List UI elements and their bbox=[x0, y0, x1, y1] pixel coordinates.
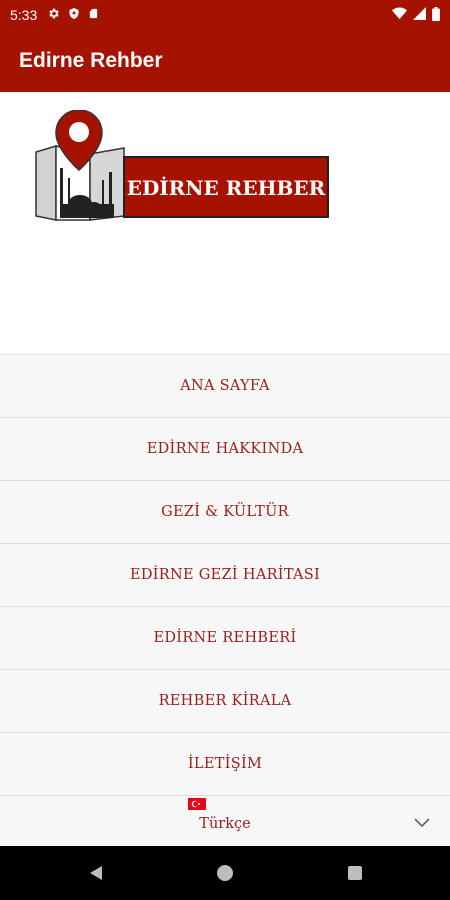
menu-item-edirne-rehberi[interactable]: EDİRNE REHBERİ bbox=[0, 607, 450, 670]
home-icon[interactable] bbox=[215, 863, 235, 883]
wifi-icon bbox=[392, 7, 407, 23]
battery-icon bbox=[432, 6, 440, 24]
menu-item-gezi-haritasi[interactable]: EDİRNE GEZİ HARİTASI bbox=[0, 544, 450, 607]
menu-item-label: İLETİŞİM bbox=[187, 756, 263, 772]
menu-item-label: REHBER KİRALA bbox=[158, 693, 292, 709]
logo-area: EDİRNE REHBER bbox=[0, 92, 450, 354]
menu-item-label: EDİRNE HAKKINDA bbox=[146, 441, 304, 457]
sd-card-icon bbox=[88, 7, 99, 23]
edirne-rehber-logo: EDİRNE REHBER bbox=[35, 110, 329, 221]
status-bar: 5:33 bbox=[0, 0, 450, 30]
nav-menu: ANA SAYFA EDİRNE HAKKINDA GEZİ & KÜLTÜR … bbox=[0, 354, 450, 847]
system-nav-bar bbox=[0, 846, 450, 900]
menu-item-label: EDİRNE REHBERİ bbox=[153, 630, 297, 646]
chevron-down-icon[interactable] bbox=[414, 818, 430, 828]
menu-item-rehber-kirala[interactable]: REHBER KİRALA bbox=[0, 670, 450, 733]
language-label: Türkçe bbox=[199, 816, 251, 832]
menu-item-label: GEZİ & KÜLTÜR bbox=[161, 504, 289, 520]
app-bar: Edirne Rehber bbox=[0, 30, 450, 92]
status-time: 5:33 bbox=[10, 7, 38, 23]
recents-icon[interactable] bbox=[345, 863, 365, 883]
logo-text: EDİRNE REHBER bbox=[127, 176, 326, 200]
signal-icon bbox=[413, 7, 426, 23]
gear-icon bbox=[47, 7, 60, 23]
language-selector[interactable]: Türkçe bbox=[0, 796, 450, 846]
menu-item-iletisim[interactable]: İLETİŞİM bbox=[0, 733, 450, 796]
turkey-flag-icon bbox=[188, 798, 206, 810]
menu-item-label: ANA SAYFA bbox=[180, 378, 270, 394]
app-title: Edirne Rehber bbox=[19, 49, 163, 72]
shield-icon bbox=[68, 7, 80, 23]
menu-item-ana-sayfa[interactable]: ANA SAYFA bbox=[0, 355, 450, 418]
menu-item-label: EDİRNE GEZİ HARİTASI bbox=[129, 567, 321, 583]
menu-item-edirne-hakkinda[interactable]: EDİRNE HAKKINDA bbox=[0, 418, 450, 481]
menu-item-gezi-kultur[interactable]: GEZİ & KÜLTÜR bbox=[0, 481, 450, 544]
back-icon[interactable] bbox=[86, 863, 106, 883]
